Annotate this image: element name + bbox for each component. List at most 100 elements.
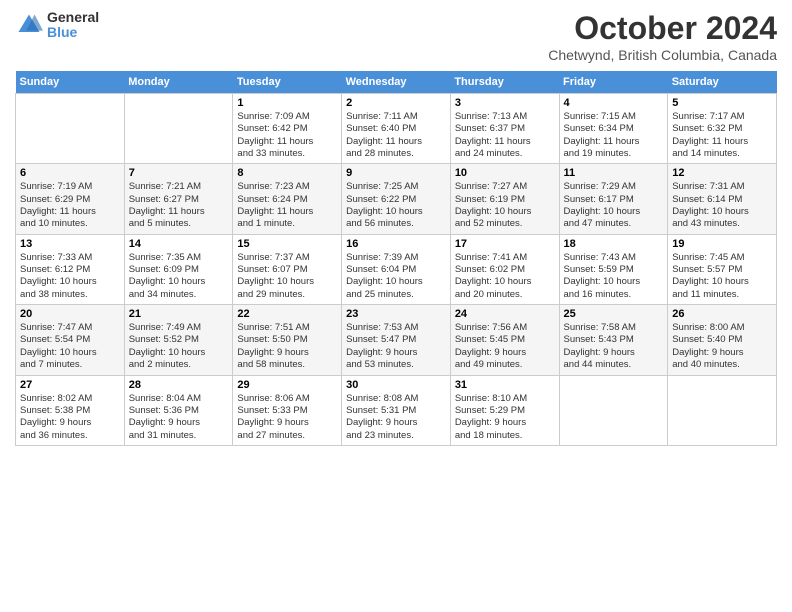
table-row (559, 375, 668, 445)
header-saturday: Saturday (668, 71, 777, 94)
day-number: 2 (346, 97, 446, 109)
table-row: 1Sunrise: 7:09 AM Sunset: 6:42 PM Daylig… (233, 94, 342, 164)
day-info: Sunrise: 8:02 AM Sunset: 5:38 PM Dayligh… (20, 393, 120, 442)
header-sunday: Sunday (16, 71, 125, 94)
day-number: 25 (564, 308, 664, 320)
day-number: 10 (455, 167, 555, 179)
day-number: 26 (672, 308, 772, 320)
table-row: 9Sunrise: 7:25 AM Sunset: 6:22 PM Daylig… (342, 164, 451, 234)
day-number: 23 (346, 308, 446, 320)
header-wednesday: Wednesday (342, 71, 451, 94)
table-row: 19Sunrise: 7:45 AM Sunset: 5:57 PM Dayli… (668, 234, 777, 304)
calendar-week-5: 27 Sunrise: 8:02 AM Sunset: 5:38 PM Dayli… (16, 375, 777, 445)
day-number: 1 (237, 97, 337, 109)
table-row: 6 Sunrise: 7:19 AM Sunset: 6:29 PM Daylig… (16, 164, 125, 234)
day-info: Sunrise: 7:33 AM Sunset: 6:12 PM Dayligh… (20, 252, 120, 301)
day-number: 28 (129, 379, 229, 391)
day-number: 16 (346, 238, 446, 250)
table-row: 30 Sunrise: 8:08 AM Sunset: 5:31 PM Dayli… (342, 375, 451, 445)
day-number: 22 (237, 308, 337, 320)
calendar-week-1: 1Sunrise: 7:09 AM Sunset: 6:42 PM Daylig… (16, 94, 777, 164)
header-thursday: Thursday (450, 71, 559, 94)
day-number: 31 (455, 379, 555, 391)
day-info: Sunrise: 7:31 AM Sunset: 6:14 PM Dayligh… (672, 181, 772, 230)
day-number: 5 (672, 97, 772, 109)
day-number: 17 (455, 238, 555, 250)
table-row (668, 375, 777, 445)
table-row: 25 Sunrise: 7:58 AM Sunset: 5:43 PM Dayli… (559, 305, 668, 375)
day-number: 6 (20, 167, 120, 179)
day-info: Sunrise: 8:10 AM Sunset: 5:29 PM Dayligh… (455, 393, 555, 442)
table-row: 16 Sunrise: 7:39 AM Sunset: 6:04 PM Dayli… (342, 234, 451, 304)
table-row (124, 94, 233, 164)
day-info: Sunrise: 7:27 AM Sunset: 6:19 PM Dayligh… (455, 181, 555, 230)
table-row: 3 Sunrise: 7:13 AM Sunset: 6:37 PM Daylig… (450, 94, 559, 164)
table-row: 24 Sunrise: 7:56 AM Sunset: 5:45 PM Dayli… (450, 305, 559, 375)
day-info: Sunrise: 7:37 AM Sunset: 6:07 PM Dayligh… (237, 252, 337, 301)
day-info: Sunrise: 7:15 AM Sunset: 6:34 PM Dayligh… (564, 111, 664, 160)
day-number: 15 (237, 238, 337, 250)
header-tuesday: Tuesday (233, 71, 342, 94)
logo: General Blue (15, 10, 99, 41)
day-info: Sunrise: 7:13 AM Sunset: 6:37 PM Dayligh… (455, 111, 555, 160)
day-info: Sunrise: 7:21 AM Sunset: 6:27 PM Dayligh… (129, 181, 229, 230)
day-info: Sunrise: 7:58 AM Sunset: 5:43 PM Dayligh… (564, 322, 664, 371)
table-row: 22Sunrise: 7:51 AM Sunset: 5:50 PM Dayli… (233, 305, 342, 375)
day-number: 3 (455, 97, 555, 109)
logo-icon (15, 11, 43, 39)
day-number: 18 (564, 238, 664, 250)
logo-general: General (47, 10, 99, 25)
page-header: General Blue October 2024 Chetwynd, Brit… (15, 10, 777, 63)
calendar-table: Sunday Monday Tuesday Wednesday Thursday… (15, 71, 777, 446)
day-number: 13 (20, 238, 120, 250)
day-number: 29 (237, 379, 337, 391)
day-info: Sunrise: 7:23 AM Sunset: 6:24 PM Dayligh… (237, 181, 337, 230)
table-row: 2 Sunrise: 7:11 AM Sunset: 6:40 PM Daylig… (342, 94, 451, 164)
table-row: 28 Sunrise: 8:04 AM Sunset: 5:36 PM Dayli… (124, 375, 233, 445)
header-friday: Friday (559, 71, 668, 94)
day-info: Sunrise: 8:04 AM Sunset: 5:36 PM Dayligh… (129, 393, 229, 442)
table-row: 4 Sunrise: 7:15 AM Sunset: 6:34 PM Daylig… (559, 94, 668, 164)
title-section: October 2024 Chetwynd, British Columbia,… (548, 10, 777, 63)
logo-text: General Blue (47, 10, 99, 41)
day-number: 4 (564, 97, 664, 109)
day-info: Sunrise: 7:56 AM Sunset: 5:45 PM Dayligh… (455, 322, 555, 371)
table-row: 21Sunrise: 7:49 AM Sunset: 5:52 PM Dayli… (124, 305, 233, 375)
day-info: Sunrise: 7:11 AM Sunset: 6:40 PM Dayligh… (346, 111, 446, 160)
day-info: Sunrise: 8:08 AM Sunset: 5:31 PM Dayligh… (346, 393, 446, 442)
table-row: 31 Sunrise: 8:10 AM Sunset: 5:29 PM Dayli… (450, 375, 559, 445)
table-row: 14Sunrise: 7:35 AM Sunset: 6:09 PM Dayli… (124, 234, 233, 304)
day-info: Sunrise: 7:47 AM Sunset: 5:54 PM Dayligh… (20, 322, 120, 371)
table-row: 7 Sunrise: 7:21 AM Sunset: 6:27 PM Daylig… (124, 164, 233, 234)
table-row: 12 Sunrise: 7:31 AM Sunset: 6:14 PM Dayli… (668, 164, 777, 234)
calendar-header-row: Sunday Monday Tuesday Wednesday Thursday… (16, 71, 777, 94)
location: Chetwynd, British Columbia, Canada (548, 47, 777, 63)
day-number: 7 (129, 167, 229, 179)
day-info: Sunrise: 7:39 AM Sunset: 6:04 PM Dayligh… (346, 252, 446, 301)
table-row: 5 Sunrise: 7:17 AM Sunset: 6:32 PM Daylig… (668, 94, 777, 164)
day-info: Sunrise: 7:19 AM Sunset: 6:29 PM Dayligh… (20, 181, 120, 230)
table-row: 23Sunrise: 7:53 AM Sunset: 5:47 PM Dayli… (342, 305, 451, 375)
table-row: 18 Sunrise: 7:43 AM Sunset: 5:59 PM Dayli… (559, 234, 668, 304)
day-number: 20 (20, 308, 120, 320)
day-number: 9 (346, 167, 446, 179)
day-info: Sunrise: 7:43 AM Sunset: 5:59 PM Dayligh… (564, 252, 664, 301)
day-number: 24 (455, 308, 555, 320)
day-info: Sunrise: 7:49 AM Sunset: 5:52 PM Dayligh… (129, 322, 229, 371)
day-number: 8 (237, 167, 337, 179)
table-row (16, 94, 125, 164)
day-number: 12 (672, 167, 772, 179)
table-row: 11Sunrise: 7:29 AM Sunset: 6:17 PM Dayli… (559, 164, 668, 234)
day-info: Sunrise: 8:06 AM Sunset: 5:33 PM Dayligh… (237, 393, 337, 442)
table-row: 10 Sunrise: 7:27 AM Sunset: 6:19 PM Dayli… (450, 164, 559, 234)
header-monday: Monday (124, 71, 233, 94)
table-row: 13 Sunrise: 7:33 AM Sunset: 6:12 PM Dayli… (16, 234, 125, 304)
day-number: 30 (346, 379, 446, 391)
day-number: 19 (672, 238, 772, 250)
day-number: 14 (129, 238, 229, 250)
day-info: Sunrise: 8:00 AM Sunset: 5:40 PM Dayligh… (672, 322, 772, 371)
calendar-week-3: 13 Sunrise: 7:33 AM Sunset: 6:12 PM Dayli… (16, 234, 777, 304)
day-info: Sunrise: 7:17 AM Sunset: 6:32 PM Dayligh… (672, 111, 772, 160)
table-row: 27 Sunrise: 8:02 AM Sunset: 5:38 PM Dayli… (16, 375, 125, 445)
day-number: 27 (20, 379, 120, 391)
